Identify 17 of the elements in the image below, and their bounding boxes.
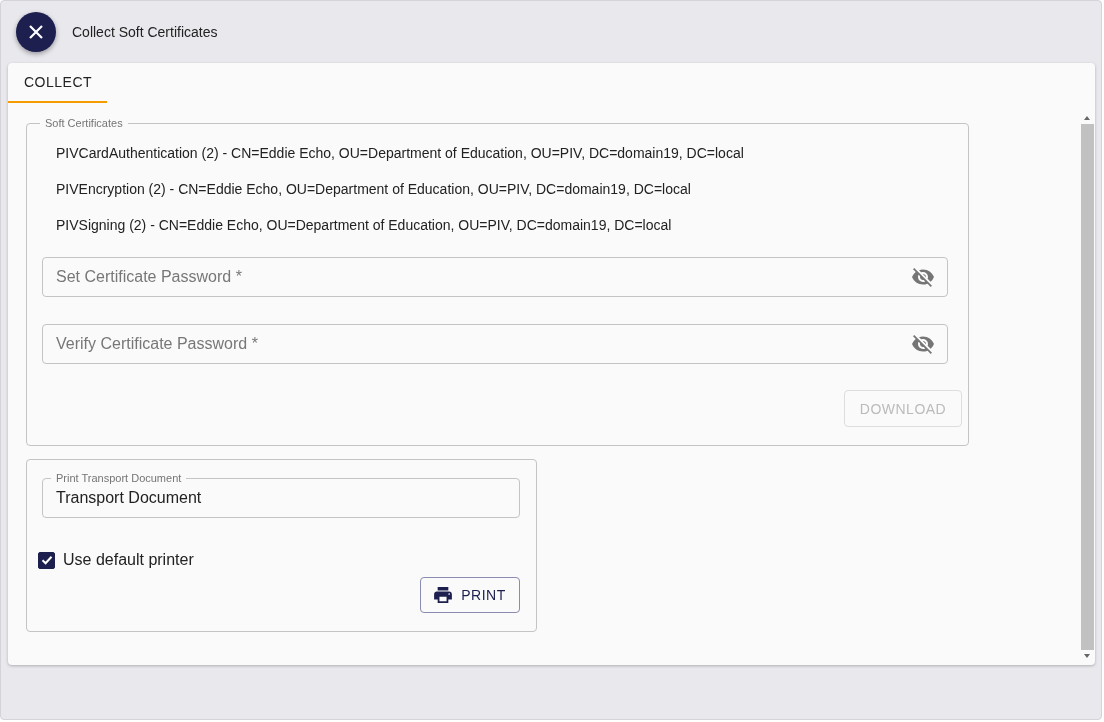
eye-slash-icon[interactable] xyxy=(911,332,935,356)
certificate-text: PIVSigning (2) - CN=Eddie Echo, OU=Department of Education, OU=PIV, DC=domain19, DC=local xyxy=(55,216,673,235)
print-button[interactable]: PRINT xyxy=(420,577,520,613)
certificate-text: PIVEncryption (2) - CN=Eddie Echo, OU=Department of Education, OU=PIV, DC=domain19, DC=local xyxy=(55,180,692,199)
password-field[interactable]: Set Certificate Password * xyxy=(42,257,948,297)
scroll-down-arrow-icon[interactable] xyxy=(1083,653,1091,659)
dialog-title: Collect Soft Certificates xyxy=(72,24,218,40)
printer-icon xyxy=(434,587,453,603)
group-legend: Soft Certificates xyxy=(40,117,128,129)
collect-tab[interactable]: COLLECT xyxy=(8,63,107,103)
default-printer-checkbox[interactable]: Use default printer xyxy=(37,551,194,569)
eye-slash-icon[interactable] xyxy=(911,265,935,289)
certificate-text: PIVCardAuthentication (2) - CN=Eddie Echo, OU=Department of Education, OU=PIV, DC=domain19, DC=local xyxy=(55,144,745,163)
close-button[interactable] xyxy=(16,12,56,52)
password-field[interactable]: Verify Certificate Password * xyxy=(42,324,948,364)
close-icon xyxy=(28,24,44,40)
scroll-up-arrow-icon[interactable] xyxy=(1083,115,1091,121)
